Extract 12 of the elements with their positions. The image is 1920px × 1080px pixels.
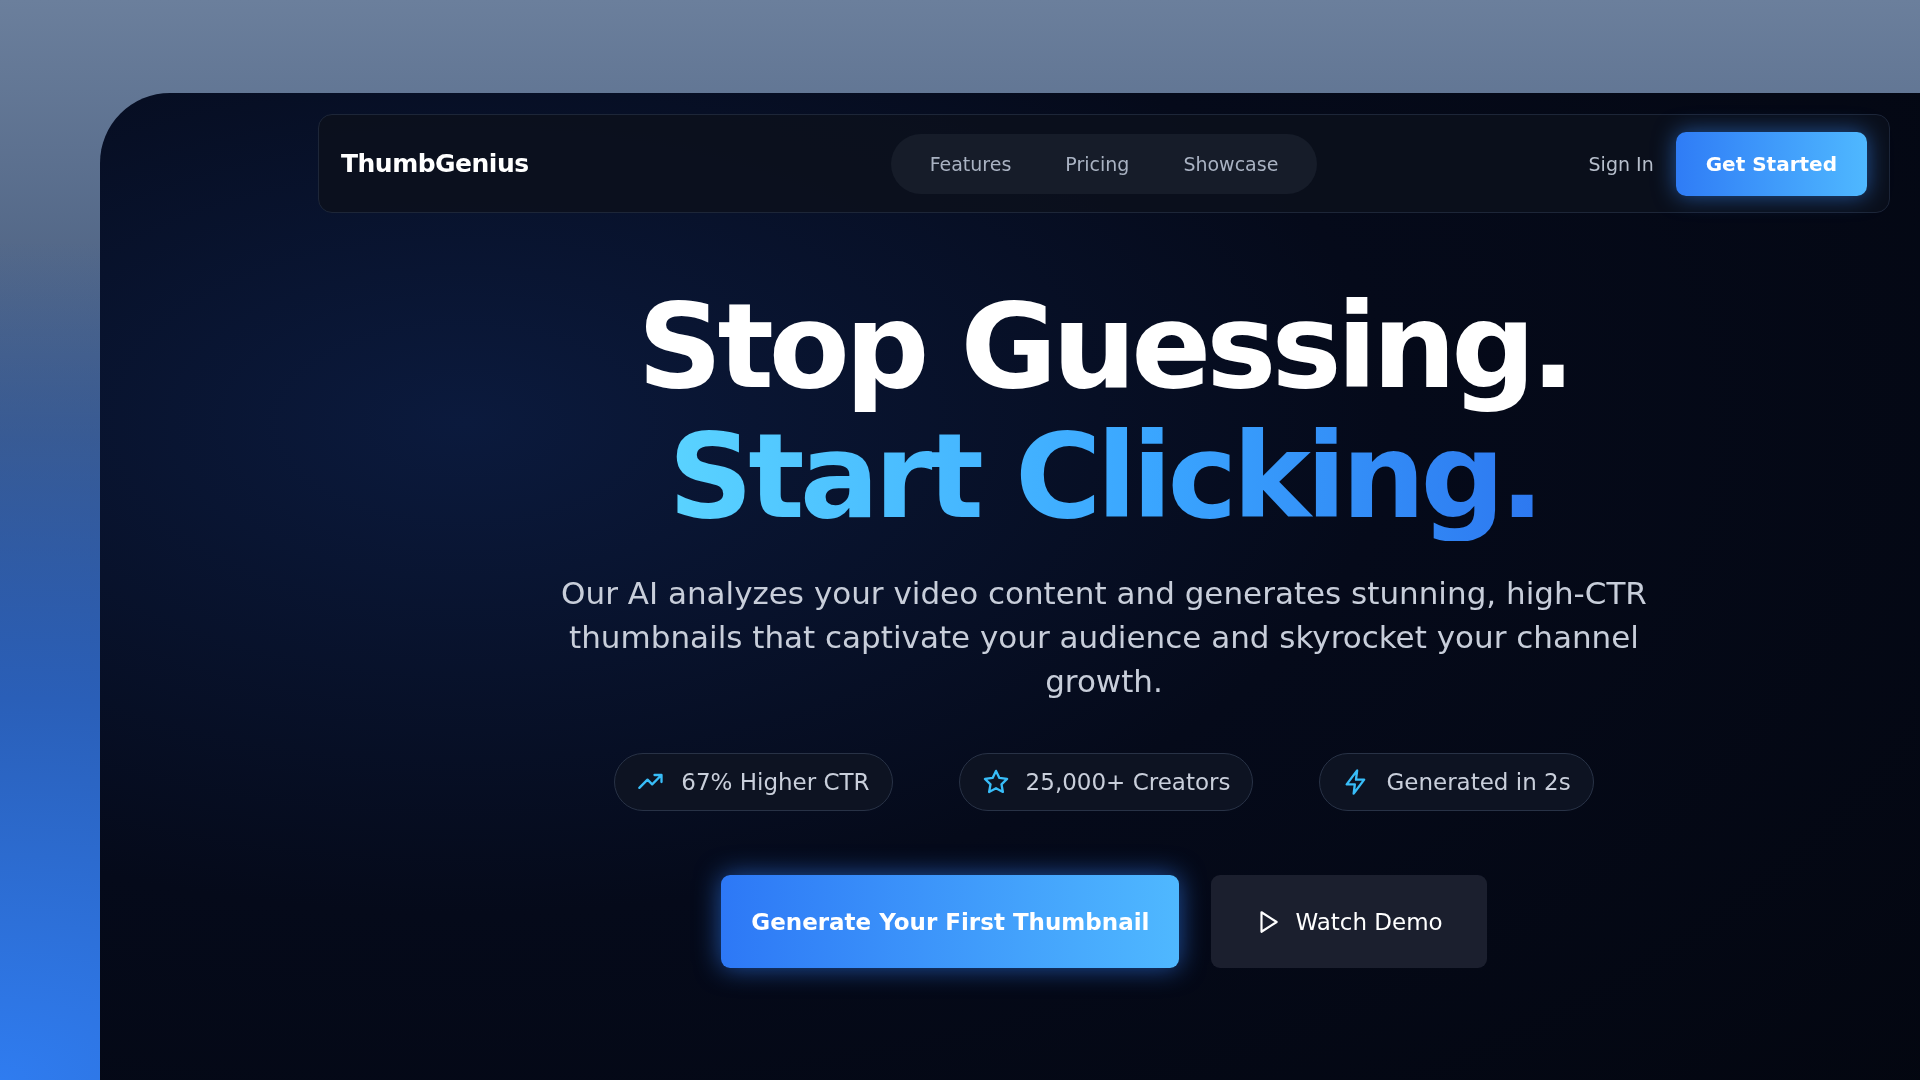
nav-link[interactable]: Features bbox=[902, 152, 1039, 175]
badge-label: 25,000+ Creators bbox=[1025, 769, 1231, 795]
headline: Stop Guessing. bbox=[637, 281, 1571, 411]
sign-in-link[interactable]: Sign In bbox=[1588, 152, 1654, 175]
watch-demo-button[interactable]: Watch Demo bbox=[1211, 875, 1487, 968]
badge-label: Generated in 2s bbox=[1386, 769, 1571, 795]
subtitle: Our AI analyzes your video content and generates stunning, high-CTR thumbnails that captivate your audience and skyrocket your channel growth. bbox=[560, 574, 1648, 701]
badge-label: 67% Higher CTR bbox=[681, 769, 870, 795]
logo[interactable]: ThumbGenius bbox=[341, 149, 671, 178]
star-icon bbox=[981, 768, 1010, 796]
nav-link[interactable]: Pricing bbox=[1038, 152, 1157, 175]
nav-link[interactable]: Showcase bbox=[1156, 152, 1306, 175]
